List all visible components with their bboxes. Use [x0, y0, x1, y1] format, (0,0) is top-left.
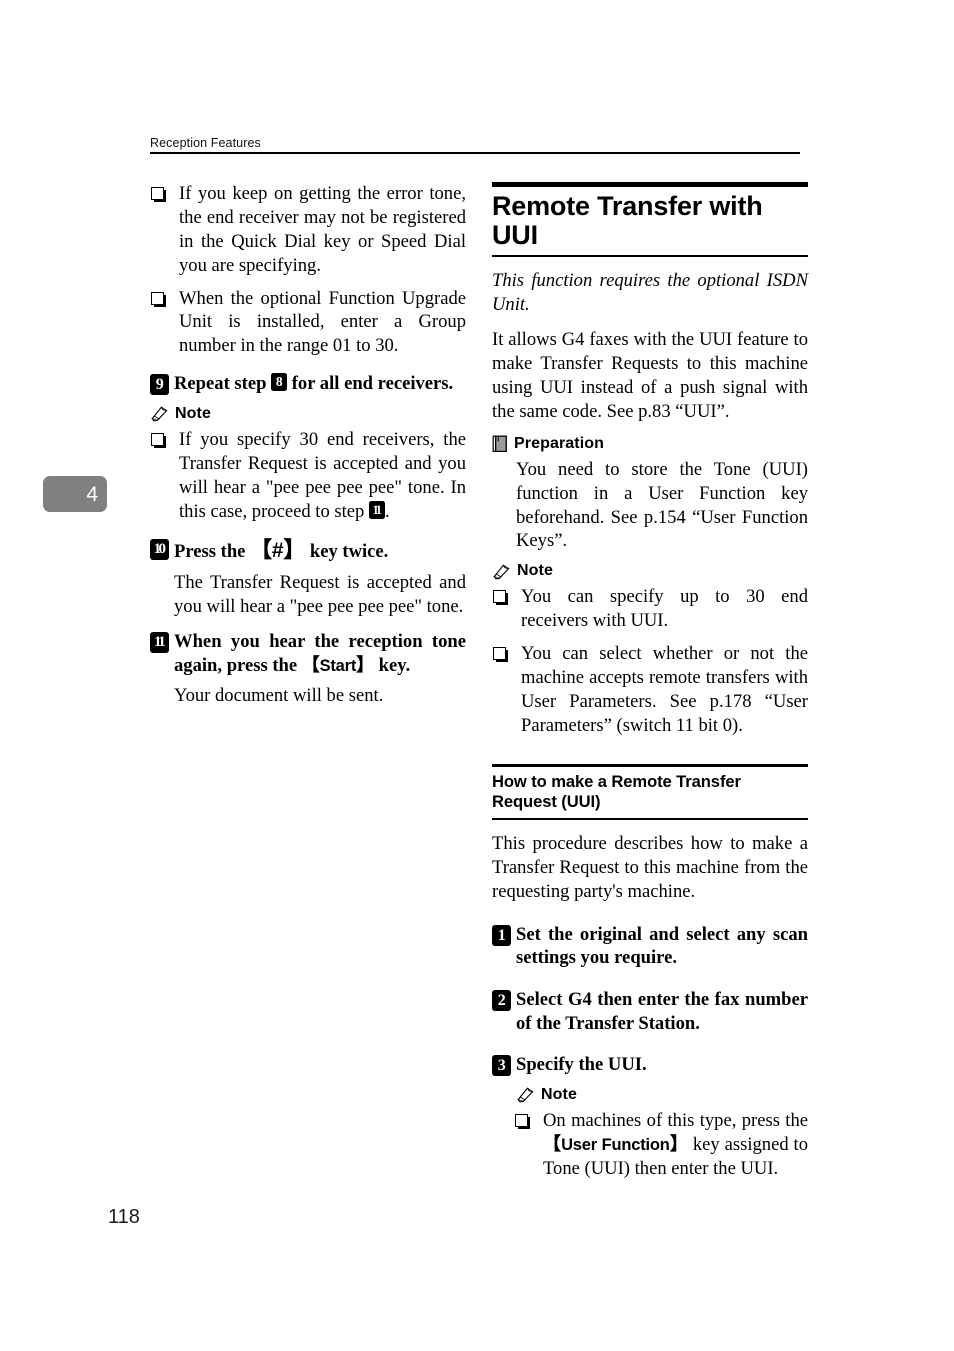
note-heading: Note — [492, 562, 808, 580]
note-text: If you keep on getting the error tone, t… — [179, 183, 466, 276]
page-running-header: Reception Features — [150, 136, 800, 154]
heading-rule-top — [492, 182, 808, 187]
list-item: If you specify 30 end receivers, the Tra… — [150, 428, 466, 524]
note-text: You can select whether or not the machin… — [521, 643, 808, 736]
key-name: Start — [319, 656, 357, 675]
hardware-key-label: 【Start】 — [301, 654, 374, 676]
note-list: On machines of this type, press the 【Use… — [514, 1109, 808, 1181]
note-text-before: If you specify 30 end receivers, the Tra… — [179, 428, 466, 522]
preparation-body: You need to store the Tone (UUI) functio… — [516, 458, 808, 552]
page-number: 118 — [108, 1206, 140, 1228]
inline-step-badge: 8 — [271, 373, 288, 392]
checkbox-bullet-icon — [151, 291, 164, 305]
list-item: When the optional Function Upgrade Unit … — [150, 287, 466, 359]
note-text-before: On machines of this type, press the — [543, 1109, 808, 1131]
step-number-badge: 3 — [492, 1055, 511, 1077]
bracket-right: 】 — [356, 654, 374, 676]
step-text-after: key twice. — [305, 541, 389, 563]
running-title: Reception Features — [150, 136, 261, 150]
step-text: Specify the UUI. — [516, 1054, 647, 1076]
bracket-right: 】 — [283, 538, 306, 564]
pencil-icon — [492, 563, 511, 580]
top-note-list: If you keep on getting the error tone, t… — [150, 182, 466, 358]
left-column: If you keep on getting the error tone, t… — [150, 182, 466, 718]
step-2: 2 Select G4 then enter the fax number of… — [492, 988, 808, 1035]
key-name: User Function — [561, 1135, 670, 1154]
step-text: Press the 【#】 key twice. — [174, 537, 466, 565]
list-item: On machines of this type, press the 【Use… — [514, 1109, 808, 1181]
checkbox-bullet-icon — [151, 187, 164, 200]
hardware-key-label: 【#】 — [250, 538, 306, 564]
pencil-icon — [516, 1086, 535, 1103]
step-10-body: The Transfer Request is accepted and you… — [174, 572, 466, 618]
subheading-rule-bottom — [492, 817, 808, 821]
note-list: If you specify 30 end receivers, the Tra… — [150, 428, 466, 524]
step-10: 10 Press the 【#】 key twice. — [150, 537, 466, 565]
step-number-badge: 11 — [150, 632, 169, 654]
heading-rule-bottom — [492, 254, 808, 258]
step-1: 1 Set the original and select any scan s… — [492, 923, 808, 970]
note-label: Note — [175, 404, 211, 422]
note-label: Note — [541, 1085, 577, 1103]
preparation-label: Preparation — [514, 434, 605, 452]
list-item: If you keep on getting the error tone, t… — [150, 182, 466, 278]
step-text-before: Press the — [174, 541, 251, 563]
note-text-after: . — [385, 500, 390, 522]
step-text-after: for all end receivers. — [287, 373, 454, 395]
checkbox-bullet-icon — [515, 1113, 528, 1127]
book-icon — [492, 435, 508, 453]
key-name: # — [271, 539, 284, 563]
step-11-body: Your document will be sent. — [174, 684, 384, 706]
right-column: Remote Transfer with UUI This function r… — [492, 182, 808, 1181]
section-heading: Remote Transfer with UUI — [492, 182, 808, 258]
note-label: Note — [517, 562, 553, 580]
preparation-heading: Preparation — [492, 435, 808, 453]
pencil-icon — [150, 405, 169, 422]
step-9: 9 Repeat step 8 for all end receivers. — [150, 372, 466, 396]
inline-step-badge: 11 — [369, 500, 386, 519]
checkbox-bullet-icon — [493, 647, 506, 661]
checkbox-bullet-icon — [151, 432, 164, 446]
header-divider — [150, 152, 800, 154]
note-list: You can specify up to 30 end receivers w… — [492, 585, 808, 737]
checkbox-bullet-icon — [493, 590, 506, 604]
step-number-badge: 1 — [492, 924, 511, 946]
step-text: Select G4 then enter the fax number of t… — [516, 989, 808, 1034]
chapter-tab-number: 4 — [86, 482, 98, 506]
note-text: You can specify up to 30 end receivers w… — [521, 586, 808, 632]
section-title: Remote Transfer with UUI — [492, 190, 763, 251]
step-text-after: key. — [373, 654, 411, 676]
subsection-title: How to make a Remote Transfer Request (U… — [492, 771, 741, 812]
note-heading: Note — [516, 1086, 808, 1104]
bracket-left: 【 — [543, 1133, 562, 1155]
bracket-right: 】 — [669, 1133, 689, 1155]
step-text-before: Repeat step — [174, 373, 272, 395]
subsection-intro: This procedure describes how to make a T… — [492, 833, 808, 902]
section-intro-body: It allows G4 faxes with the UUI feature … — [492, 329, 808, 422]
bracket-left: 【 — [250, 538, 272, 564]
subsection-heading: How to make a Remote Transfer Request (U… — [492, 763, 808, 821]
step-number-badge: 9 — [150, 374, 169, 396]
step-text: Set the original and select any scan set… — [516, 923, 808, 969]
list-item: You can specify up to 30 end receivers w… — [492, 585, 808, 633]
note-text: When the optional Function Upgrade Unit … — [179, 287, 466, 357]
step-text: When you hear the reception tone again, … — [174, 630, 466, 677]
note-heading: Note — [150, 405, 466, 423]
step-11: 11 When you hear the reception tone agai… — [150, 630, 466, 677]
step-number-badge: 10 — [150, 539, 169, 561]
hardware-key-label: 【User Function】 — [543, 1133, 689, 1155]
subheading-rule-top — [492, 763, 808, 767]
bracket-left: 【 — [301, 654, 320, 676]
list-item: You can select whether or not the machin… — [492, 642, 808, 738]
section-intro-italic: This function requires the optional ISDN… — [492, 270, 808, 316]
step-3: 3 Specify the UUI. — [492, 1053, 808, 1077]
step-number-badge: 2 — [492, 990, 511, 1011]
step-text: Repeat step 8 for all end receivers. — [174, 372, 466, 396]
chapter-tab: 4 — [43, 476, 107, 512]
